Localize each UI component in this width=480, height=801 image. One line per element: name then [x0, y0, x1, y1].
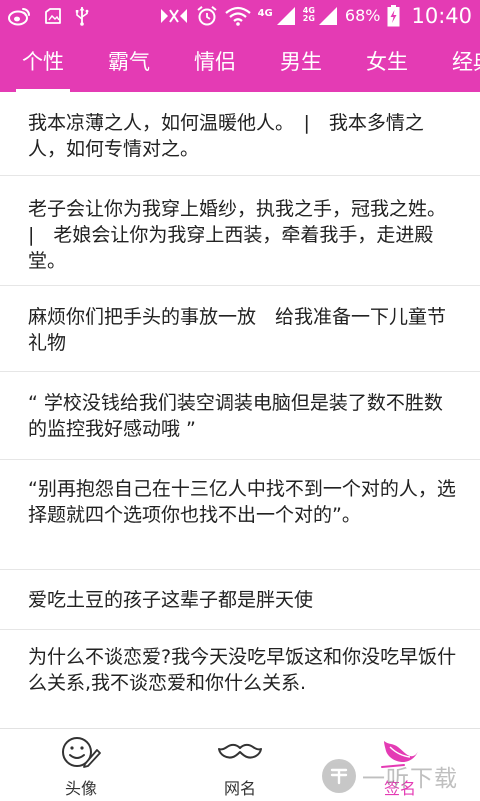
- nav-label: 签名: [383, 779, 416, 798]
- signature-text: 麻烦你们把手头的事放一放 给我准备一下儿童节礼物: [28, 306, 447, 354]
- signature-text: 为什么不谈恋爱?我今天没吃早饭这和你没吃早饭什么关系,我不谈恋爱和你什么关系.: [28, 646, 457, 694]
- alarm-icon: [196, 5, 218, 27]
- status-bar: 4G 4G 2G 68% 10:40: [0, 0, 480, 32]
- signature-list: 我本凉薄之人，如何温暖他人。 | 我本多情之人，如何专情对之。 老子会让你为我穿…: [0, 92, 480, 728]
- smiley-pencil-icon: [61, 735, 101, 773]
- signature-text: “ 学校没钱给我们装空调装电脑但是装了数不胜数的监控我好感动哦 ”: [28, 392, 443, 440]
- network-type-secondary: 4G 2G: [303, 7, 315, 23]
- nav-avatar[interactable]: 头像: [21, 729, 141, 801]
- tab-couples[interactable]: 情侣: [194, 32, 236, 92]
- tab-classic[interactable]: 经典: [452, 32, 480, 92]
- status-clock: 10:40: [411, 4, 472, 28]
- signature-text: 老子会让你为我穿上婚纱，执我之手，冠我之姓。 | 老娘会让你为我穿上西装，牵着我…: [28, 198, 456, 272]
- tab-girls[interactable]: 女生: [366, 32, 408, 92]
- mute-icon: [159, 5, 189, 27]
- list-item[interactable]: “别再抱怨自己在十三亿人中找不到一个对的人，选择题就四个选项你也找不出一个对的”…: [0, 460, 480, 570]
- list-item[interactable]: 老子会让你为我穿上婚纱，执我之手，冠我之姓。 | 老娘会让你为我穿上西装，牵着我…: [0, 176, 480, 286]
- nav-nickname[interactable]: 网名: [180, 729, 300, 801]
- nav-label: 网名: [223, 779, 256, 798]
- usb-icon: [74, 5, 90, 27]
- list-item[interactable]: 我本凉薄之人，如何温暖他人。 | 我本多情之人，如何专情对之。: [0, 92, 480, 176]
- battery-percent: 68%: [344, 6, 381, 25]
- signature-text: 我本凉薄之人，如何温暖他人。 | 我本多情之人，如何专情对之。: [28, 112, 424, 160]
- signature-text: 爱吃土豆的孩子这辈子都是胖天使: [28, 589, 314, 611]
- signature-text: “别再抱怨自己在十三亿人中找不到一个对的人，选择题就四个选项你也找不出一个对的”…: [28, 478, 456, 526]
- list-item[interactable]: “ 学校没钱给我们装空调装电脑但是装了数不胜数的监控我好感动哦 ”: [0, 372, 480, 460]
- wifi-icon: [224, 5, 251, 27]
- bottom-nav: 头像 网名 签名: [0, 728, 480, 800]
- mustache-icon: [218, 742, 262, 766]
- network-type-secondary-bottom: 2G: [302, 14, 315, 23]
- signal-icon: [276, 5, 296, 27]
- tab-personality[interactable]: 个性: [16, 32, 70, 92]
- list-item[interactable]: 爱吃土豆的孩子这辈子都是胖天使: [0, 570, 480, 630]
- feather-pen-icon: [380, 735, 420, 773]
- signal-icon: [318, 5, 338, 27]
- nav-signature[interactable]: 签名: [340, 729, 460, 801]
- nav-label: 头像: [64, 779, 97, 798]
- image-icon: [44, 5, 62, 27]
- tab-domineering[interactable]: 霸气: [108, 32, 150, 92]
- weibo-icon: [8, 5, 32, 27]
- network-type-primary: 4G: [257, 8, 273, 19]
- tab-boys[interactable]: 男生: [280, 32, 322, 92]
- category-tab-bar: 个性 霸气 情侣 男生 女生 经典: [0, 32, 480, 92]
- list-item[interactable]: 麻烦你们把手头的事放一放 给我准备一下儿童节礼物: [0, 286, 480, 372]
- list-item[interactable]: 为什么不谈恋爱?我今天没吃早饭这和你没吃早饭什么关系,我不谈恋爱和你什么关系.: [0, 630, 480, 728]
- battery-charging-icon: [387, 5, 400, 27]
